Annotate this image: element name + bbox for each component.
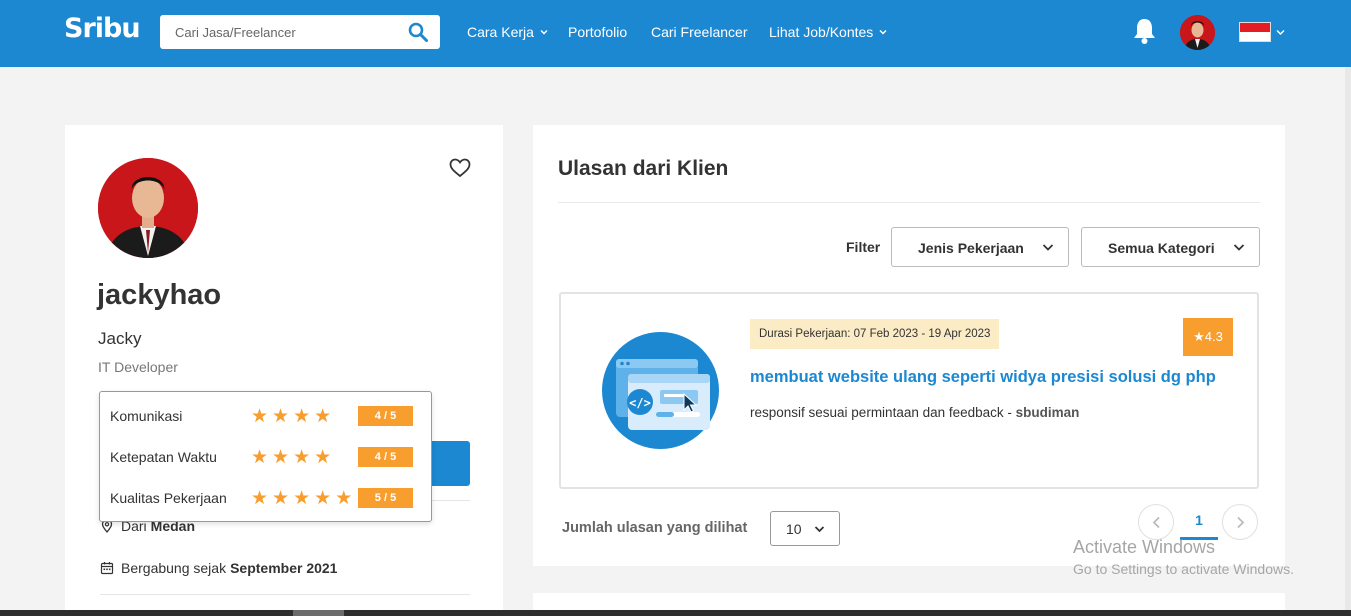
nav-cara-kerja[interactable]: Cara Kerja: [467, 24, 548, 40]
rating-score-badge: 4 / 5: [358, 406, 413, 426]
star-icon: ★: [251, 487, 269, 509]
bell-icon[interactable]: [1132, 17, 1157, 45]
nav-lihat-job-kontes[interactable]: Lihat Job/Kontes: [769, 24, 887, 40]
nav-cari-freelancer[interactable]: Cari Freelancer: [651, 24, 747, 40]
avatar-image: [1180, 15, 1215, 50]
star-icon: ★: [293, 446, 311, 468]
windows-activation-title: Activate Windows: [1073, 537, 1216, 557]
chevron-down-icon: [814, 526, 825, 533]
windows-activation-hint: Go to Settings to activate Windows.: [1073, 561, 1294, 577]
review-comment: responsif sesuai permintaan dan feedback…: [750, 405, 1079, 420]
star-icon: ★: [293, 487, 311, 509]
star-icon: ★: [335, 487, 353, 509]
star-icon: ★: [314, 405, 332, 427]
rating-score-badge: 5 / 5: [358, 488, 413, 508]
profile-username: jackyhao: [97, 279, 222, 311]
top-navbar: Sribu Cara Kerja Portofolio Cari Freelan…: [0, 0, 1351, 67]
profile-avatar: [98, 158, 198, 258]
calendar-icon: [100, 562, 114, 575]
search-box: [160, 15, 440, 49]
chevron-down-icon: [540, 29, 548, 35]
review-job-title-link[interactable]: membuat website ulang seperti widya pres…: [750, 368, 1216, 387]
scrollbar-thumb[interactable]: [293, 610, 344, 616]
rating-score-badge: 4 / 5: [358, 447, 413, 467]
chevron-right-icon: [1237, 516, 1245, 529]
nav-label: Cara Kerja: [467, 24, 534, 40]
chevron-down-icon: [1233, 244, 1245, 251]
job-type-filter-select[interactable]: Jenis Pekerjaan: [891, 227, 1069, 267]
nav-label: Portofolio: [568, 24, 628, 40]
chevron-left-icon: [1152, 516, 1160, 529]
reviewer-name[interactable]: sbudiman: [1016, 405, 1080, 420]
profile-display-name: Jacky: [98, 329, 142, 348]
horizontal-scrollbar[interactable]: [0, 610, 1351, 616]
review-comment-text: responsif sesuai permintaan dan feedback…: [750, 405, 1012, 420]
prev-page-button[interactable]: [1138, 504, 1174, 540]
star-icon: ★: [293, 405, 311, 427]
divider: [100, 594, 470, 595]
joined-value: September 2021: [230, 560, 338, 576]
star-icon: ★: [272, 487, 290, 509]
reviews-per-page-label: Jumlah ulasan yang dilihat: [562, 520, 748, 536]
category-filter-select[interactable]: Semua Kategori: [1081, 227, 1260, 267]
star-icon: ★: [251, 446, 269, 468]
favorite-heart-icon[interactable]: [449, 158, 471, 178]
reviews-per-page-select[interactable]: 10: [770, 511, 840, 546]
ratings-popover: Komunikasi ★ ★ ★ ★ 4 / 5 Ketepatan Waktu ★ ★…: [99, 391, 432, 522]
indonesia-flag-icon[interactable]: [1239, 22, 1271, 42]
chevron-down-icon: [879, 29, 887, 35]
nav-label: Lihat Job/Kontes: [769, 24, 874, 40]
rating-stars: ★ ★ ★ ★: [251, 405, 332, 427]
web-development-icon: </>: [602, 332, 719, 449]
job-duration-badge: Durasi Pekerjaan: 07 Feb 2023 - 19 Apr 2…: [750, 319, 1000, 349]
nav-portofolio[interactable]: Portofolio: [568, 24, 627, 40]
chevron-down-icon: [1042, 244, 1054, 251]
profile-joined: Bergabung sejak September 2021: [100, 560, 337, 576]
nav-label: Cari Freelancer: [651, 24, 748, 40]
page-number-current[interactable]: 1: [1180, 504, 1218, 540]
chevron-down-icon[interactable]: [1276, 28, 1285, 36]
svg-text:</>: </>: [629, 396, 651, 410]
rating-stars: ★ ★ ★ ★ ★: [251, 487, 353, 509]
star-icon: ★: [314, 446, 332, 468]
rating-stars: ★ ★ ★ ★: [251, 446, 332, 468]
reviews-title: Ulasan dari Klien: [558, 157, 729, 180]
profile-photo: [98, 158, 198, 258]
search-input[interactable]: [160, 15, 400, 49]
review-rating-badge: ★4.3: [1183, 318, 1233, 356]
sribu-logo[interactable]: Sribu: [64, 13, 141, 44]
next-page-button[interactable]: [1222, 504, 1258, 540]
star-icon: ★: [314, 487, 332, 509]
rating-label: Ketepatan Waktu: [110, 449, 217, 465]
star-icon: ★: [272, 446, 290, 468]
star-icon: ★: [272, 405, 290, 427]
rating-label: Komunikasi: [110, 408, 183, 424]
joined-prefix: Bergabung sejak: [121, 560, 227, 576]
profile-role: IT Developer: [98, 359, 178, 375]
rating-label: Kualitas Pekerjaan: [110, 490, 227, 506]
star-icon: ★: [251, 405, 269, 427]
filter-label: Filter: [846, 239, 881, 255]
user-avatar[interactable]: [1180, 15, 1215, 50]
select-value: 10: [786, 521, 802, 537]
search-icon[interactable]: [408, 22, 428, 42]
page-scrollbar[interactable]: [1345, 67, 1351, 610]
divider: [558, 202, 1260, 203]
